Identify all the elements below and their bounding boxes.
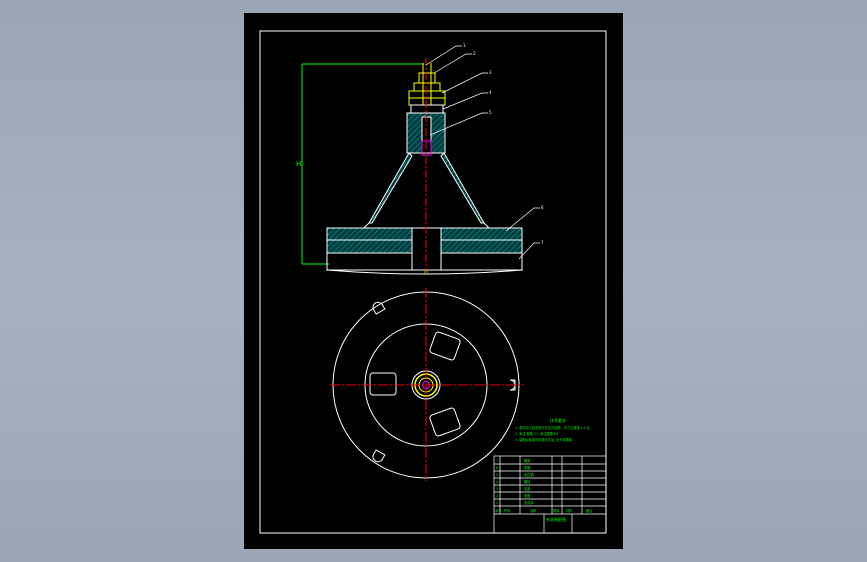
notes-title: 技术要求	[550, 417, 566, 423]
notes-line: 1. 零件加工前应进行去应力处理，尺寸公差按 1:2 比	[515, 425, 590, 430]
height-dimension-label: H	[296, 160, 301, 168]
parts-row-name: 螺母	[524, 458, 530, 463]
callout-number: 7	[541, 240, 544, 245]
callout-number: 4	[489, 90, 492, 95]
parts-row-number: 1	[496, 501, 498, 505]
parts-row-number: 3	[496, 487, 498, 491]
parts-header-material: 材料	[566, 508, 573, 513]
drawing-frame	[259, 30, 607, 534]
drawing-name: 夹具装配图	[546, 516, 566, 522]
parts-row-number: 5	[496, 473, 498, 477]
clamp-pad	[429, 331, 461, 361]
parts-header-code: 代号	[504, 508, 510, 513]
parts-row-name: 垫圈	[524, 465, 530, 470]
notes-line: 3. 装配后各零件应转动灵活, 无卡滞现象	[515, 437, 573, 442]
parts-row-name: 支座	[524, 486, 531, 491]
parts-header-no: 序号	[495, 508, 501, 513]
bolt-assembly	[408, 63, 446, 114]
section-view: H D	[296, 45, 540, 277]
parts-header-name: 名称	[530, 508, 537, 513]
parts-row-name: 底座	[524, 493, 531, 498]
callout-number: 2	[473, 51, 476, 56]
callout-number: 3	[489, 70, 492, 75]
parts-row-number: 2	[496, 494, 498, 498]
parts-row-number: 4	[496, 480, 498, 484]
parts-row-number: 7	[496, 459, 498, 463]
parts-row-name: 夹具体	[524, 500, 534, 505]
title-block: 7 螺母 6 垫圈 5 定位销 4 螺栓 3 支座 2 底座 1 夹具体 序号 代号 名称 数量 材料 备…	[493, 455, 607, 534]
drawing-sheet: H D	[244, 13, 623, 549]
conical-support	[440, 152, 485, 224]
callout-number: 1	[463, 43, 466, 48]
parts-row-name: 螺栓	[524, 479, 531, 484]
callout-number: 6	[541, 205, 544, 210]
callout-number: 5	[489, 110, 492, 115]
plan-view	[330, 288, 524, 481]
conical-support	[368, 152, 413, 224]
technical-notes: 技术要求 1. 零件加工前应进行去应力处理，尺寸公差按 1:2 比 2. 未注 …	[515, 417, 590, 442]
cad-drawing: H D	[259, 30, 607, 534]
parts-row-name: 定位销	[524, 472, 534, 477]
parts-header-qty: 数量	[553, 508, 560, 513]
parts-row-number: 6	[496, 466, 498, 470]
notes-line: 2. 未注 倒角 C1, 未注圆角 R2	[515, 431, 558, 436]
clamp-pad	[429, 407, 461, 437]
parts-header-remark: 备注	[586, 508, 593, 513]
clamp-pad	[369, 372, 397, 396]
